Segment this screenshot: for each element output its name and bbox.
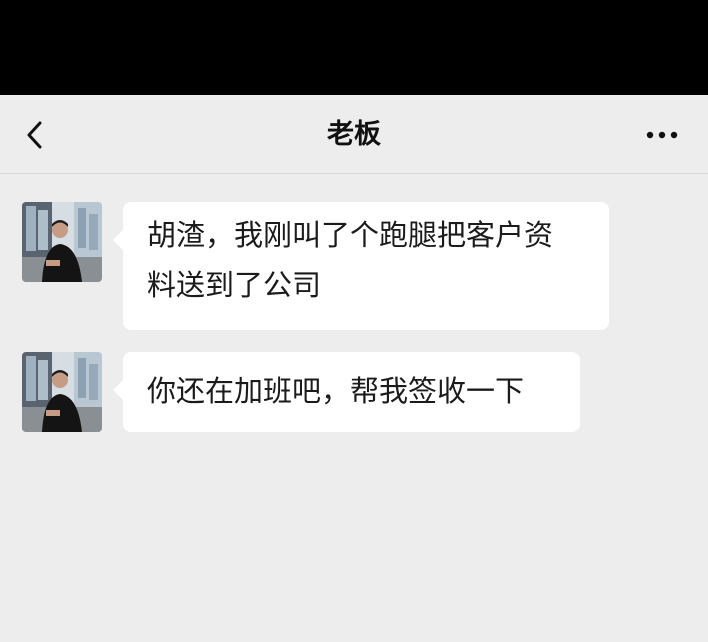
chat-header: 老板 <box>0 95 708 174</box>
message-list[interactable]: 胡渣，我刚叫了个跑腿把客户资 料送到了公司 你还在加班吧，帮我签收一下 <box>0 174 708 642</box>
status-bar <box>0 0 708 95</box>
message-text-line: 你还在加班吧，帮我签收一下 <box>147 374 525 408</box>
message-bubble[interactable]: 胡渣，我刚叫了个跑腿把客户资 料送到了公司 <box>113 202 609 330</box>
chat-title: 老板 <box>327 119 381 150</box>
more-horizontal-icon <box>644 131 680 151</box>
avatar[interactable] <box>22 202 102 282</box>
avatar[interactable] <box>22 352 102 432</box>
message-text-line: 料送到了公司 <box>147 268 322 302</box>
more-options-button[interactable] <box>644 123 680 147</box>
message-bubble[interactable]: 你还在加班吧，帮我签收一下 <box>113 352 580 432</box>
message-text-line: 胡渣，我刚叫了个跑腿把客户资 <box>147 218 554 252</box>
